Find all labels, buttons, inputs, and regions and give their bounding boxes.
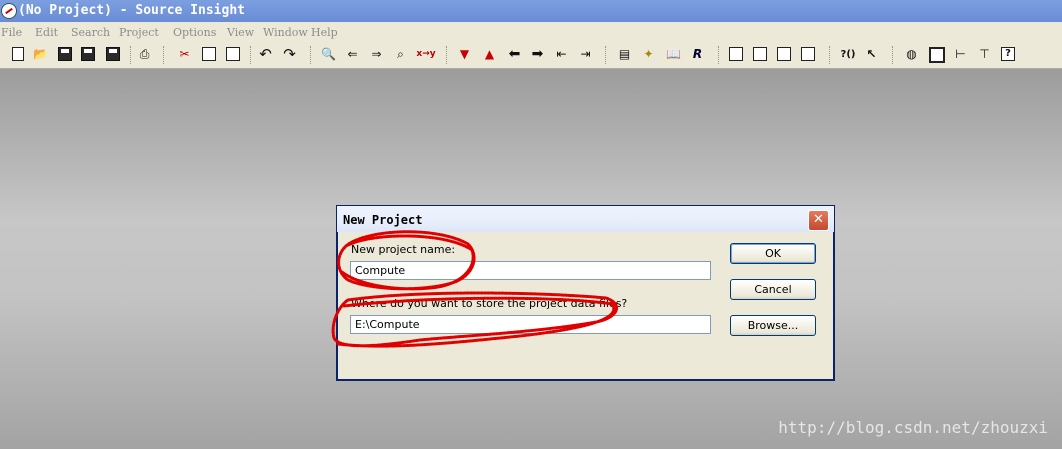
search-backward-icon[interactable]: ⇐ bbox=[345, 47, 360, 62]
menu-view[interactable]: View bbox=[227, 26, 254, 39]
save-all-icon[interactable] bbox=[106, 47, 120, 61]
split-vertical-icon[interactable] bbox=[777, 47, 791, 61]
search-icon[interactable]: 🔍 bbox=[321, 47, 336, 62]
toolbar-separator bbox=[250, 46, 251, 64]
toolbar-separator bbox=[718, 46, 719, 64]
help-icon[interactable]: ? bbox=[1001, 47, 1015, 61]
toolbar: 📂 ⎙ ✂ ↶ ↷ 🔍 ⇐ ⇒ ⌕ x→y ▼ ▲ ⬅ ➡ ⇤ ⇥ ▤ ✦ 📖 … bbox=[0, 42, 1062, 69]
close-button[interactable]: ✕ bbox=[808, 210, 829, 231]
project-location-label: Where do you want to store the project d… bbox=[351, 297, 628, 310]
toolbar-separator bbox=[605, 46, 606, 64]
undo-icon[interactable]: ↶ bbox=[258, 47, 273, 62]
menu-help[interactable]: Help bbox=[311, 26, 338, 39]
back-arrow-icon[interactable]: ⬅ bbox=[507, 47, 522, 62]
open-folder-icon[interactable]: 📂 bbox=[33, 47, 48, 62]
browse-button[interactable]: Browse... bbox=[730, 315, 816, 336]
title-bar: (No Project) - Source Insight bbox=[0, 0, 1062, 22]
menu-project[interactable]: Project bbox=[119, 26, 159, 39]
toolbar-separator bbox=[163, 46, 164, 64]
menu-bar: File Edit Search Project Options View Wi… bbox=[0, 22, 1062, 42]
print-icon[interactable]: ⎙ bbox=[137, 47, 152, 62]
save-as-icon[interactable] bbox=[81, 47, 95, 61]
new-project-dialog: New Project ✕ New project name: Compute … bbox=[336, 205, 835, 381]
menu-file[interactable]: File bbox=[1, 26, 22, 39]
context-help-icon[interactable]: ?() bbox=[838, 47, 858, 62]
tree-icon[interactable]: ⊢ bbox=[953, 47, 968, 62]
tile-window-icon[interactable] bbox=[729, 47, 743, 61]
jump-next-icon[interactable]: ⇥ bbox=[578, 47, 593, 62]
active-view-icon[interactable] bbox=[929, 47, 945, 63]
watermark-text: http://blog.csdn.net/zhouzxi bbox=[778, 418, 1048, 437]
source-insight-app-icon[interactable] bbox=[1, 3, 17, 19]
menu-edit[interactable]: Edit bbox=[35, 26, 58, 39]
replace-icon[interactable]: x→y bbox=[414, 47, 438, 62]
project-name-label: New project name: bbox=[351, 243, 456, 256]
outline-icon[interactable]: ⊤ bbox=[977, 47, 992, 62]
menu-window[interactable]: Window bbox=[263, 26, 308, 39]
toolbar-separator bbox=[829, 46, 830, 64]
browse-symbol-icon[interactable]: ▤ bbox=[617, 47, 632, 62]
menu-options[interactable]: Options bbox=[173, 26, 216, 39]
toolbar-separator bbox=[310, 46, 311, 64]
split-horizontal-icon[interactable] bbox=[753, 47, 767, 61]
cancel-button[interactable]: Cancel bbox=[730, 279, 816, 300]
toolbar-separator bbox=[130, 46, 131, 64]
copy-icon[interactable] bbox=[202, 47, 216, 61]
forward-arrow-icon[interactable]: ➡ bbox=[530, 47, 545, 62]
paste-icon[interactable] bbox=[226, 47, 240, 61]
jump-prev-icon[interactable]: ⇤ bbox=[554, 47, 569, 62]
bookmark-next-icon[interactable]: ▲ bbox=[482, 47, 497, 62]
cut-icon[interactable]: ✂ bbox=[177, 47, 192, 62]
menu-search[interactable]: Search bbox=[71, 26, 110, 39]
project-location-input[interactable]: E:\Compute bbox=[350, 315, 711, 334]
window-title: (No Project) - Source Insight bbox=[18, 3, 245, 18]
redo-icon[interactable]: ↷ bbox=[282, 47, 297, 62]
project-name-input[interactable]: Compute bbox=[350, 261, 711, 280]
dialog-title-bar[interactable]: New Project ✕ bbox=[337, 206, 834, 232]
cascade-window-icon[interactable] bbox=[801, 47, 815, 61]
symbol-info-icon[interactable]: ✦ bbox=[641, 47, 656, 62]
search-forward-icon[interactable]: ⇒ bbox=[369, 47, 384, 62]
new-file-icon[interactable] bbox=[12, 47, 24, 61]
pointer-help-icon[interactable]: ↖ bbox=[864, 47, 879, 62]
relation-window-icon[interactable]: R bbox=[690, 47, 705, 62]
save-icon[interactable] bbox=[58, 47, 72, 61]
bookmark-prev-icon[interactable]: ▼ bbox=[457, 47, 472, 62]
dialog-title: New Project bbox=[343, 213, 423, 227]
toolbar-separator bbox=[446, 46, 447, 64]
toolbar-separator bbox=[892, 46, 893, 64]
ok-button[interactable]: OK bbox=[730, 243, 816, 264]
search-files-icon[interactable]: ⌕ bbox=[393, 47, 408, 62]
book-icon[interactable]: 📖 bbox=[666, 47, 681, 62]
disk-icon[interactable]: ◍ bbox=[904, 47, 919, 62]
